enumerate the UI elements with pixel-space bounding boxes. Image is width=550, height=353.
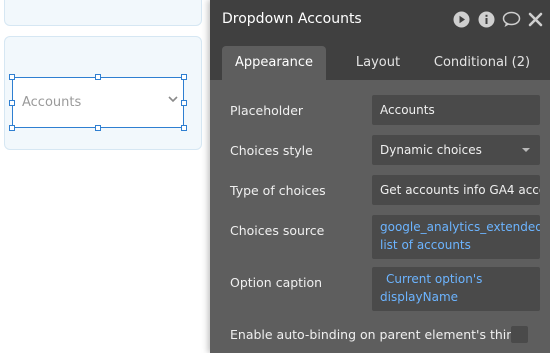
tabs-bar: Appearance Layout Conditional (2): [210, 40, 550, 80]
auto-binding-label: Enable auto-binding on parent element's …: [230, 327, 523, 342]
resize-handle-top-right[interactable]: [181, 74, 187, 80]
choices-source-label: Choices source: [230, 223, 325, 238]
dropdown-accounts-element[interactable]: Accounts: [12, 77, 184, 128]
close-icon[interactable]: [528, 11, 545, 28]
play-icon[interactable]: [453, 11, 470, 28]
choices-style-value: Dynamic choices: [380, 143, 482, 157]
type-of-choices-select[interactable]: Get accounts info GA4 accou: [372, 175, 540, 205]
resize-handle-left[interactable]: [9, 100, 15, 106]
option-caption-expression[interactable]: Current option's displayName: [372, 267, 540, 311]
resize-handle-top-left[interactable]: [9, 74, 15, 80]
option-caption-value: Current option's displayName: [380, 272, 483, 304]
resize-handle-bottom-left[interactable]: [9, 125, 15, 131]
dropdown-placeholder: Accounts: [22, 95, 82, 110]
chevron-down-icon: [167, 93, 179, 109]
choices-style-label: Choices style: [230, 143, 313, 158]
comment-icon[interactable]: [502, 11, 521, 28]
tab-layout[interactable]: Layout: [344, 46, 412, 80]
choices-style-select[interactable]: Dynamic choices: [372, 135, 540, 165]
appearance-form: Placeholder Accounts Choices style Dynam…: [222, 80, 550, 353]
choices-source-expression[interactable]: google_analytics_extended's list of acco…: [372, 215, 540, 259]
resize-handle-bottom[interactable]: [95, 125, 101, 131]
resize-handle-bottom-right[interactable]: [181, 125, 187, 131]
resize-handle-top[interactable]: [95, 74, 101, 80]
caret-down-icon: [522, 148, 530, 152]
auto-binding-checkbox[interactable]: [511, 326, 528, 343]
canvas-group-top[interactable]: [4, 0, 202, 26]
panel-header: Dropdown Accounts: [210, 0, 550, 40]
panel-title: Dropdown Accounts: [222, 11, 362, 27]
tab-conditional[interactable]: Conditional (2): [432, 46, 532, 80]
info-icon[interactable]: [478, 11, 495, 28]
type-of-choices-label: Type of choices: [230, 183, 326, 198]
property-editor-panel: Dropdown Accounts Appearance Layout Cond…: [210, 0, 550, 353]
placeholder-input[interactable]: Accounts: [372, 95, 540, 125]
tab-appearance[interactable]: Appearance: [222, 46, 326, 80]
option-caption-label: Option caption: [230, 275, 323, 290]
placeholder-label: Placeholder: [230, 103, 304, 118]
resize-handle-right[interactable]: [181, 100, 187, 106]
